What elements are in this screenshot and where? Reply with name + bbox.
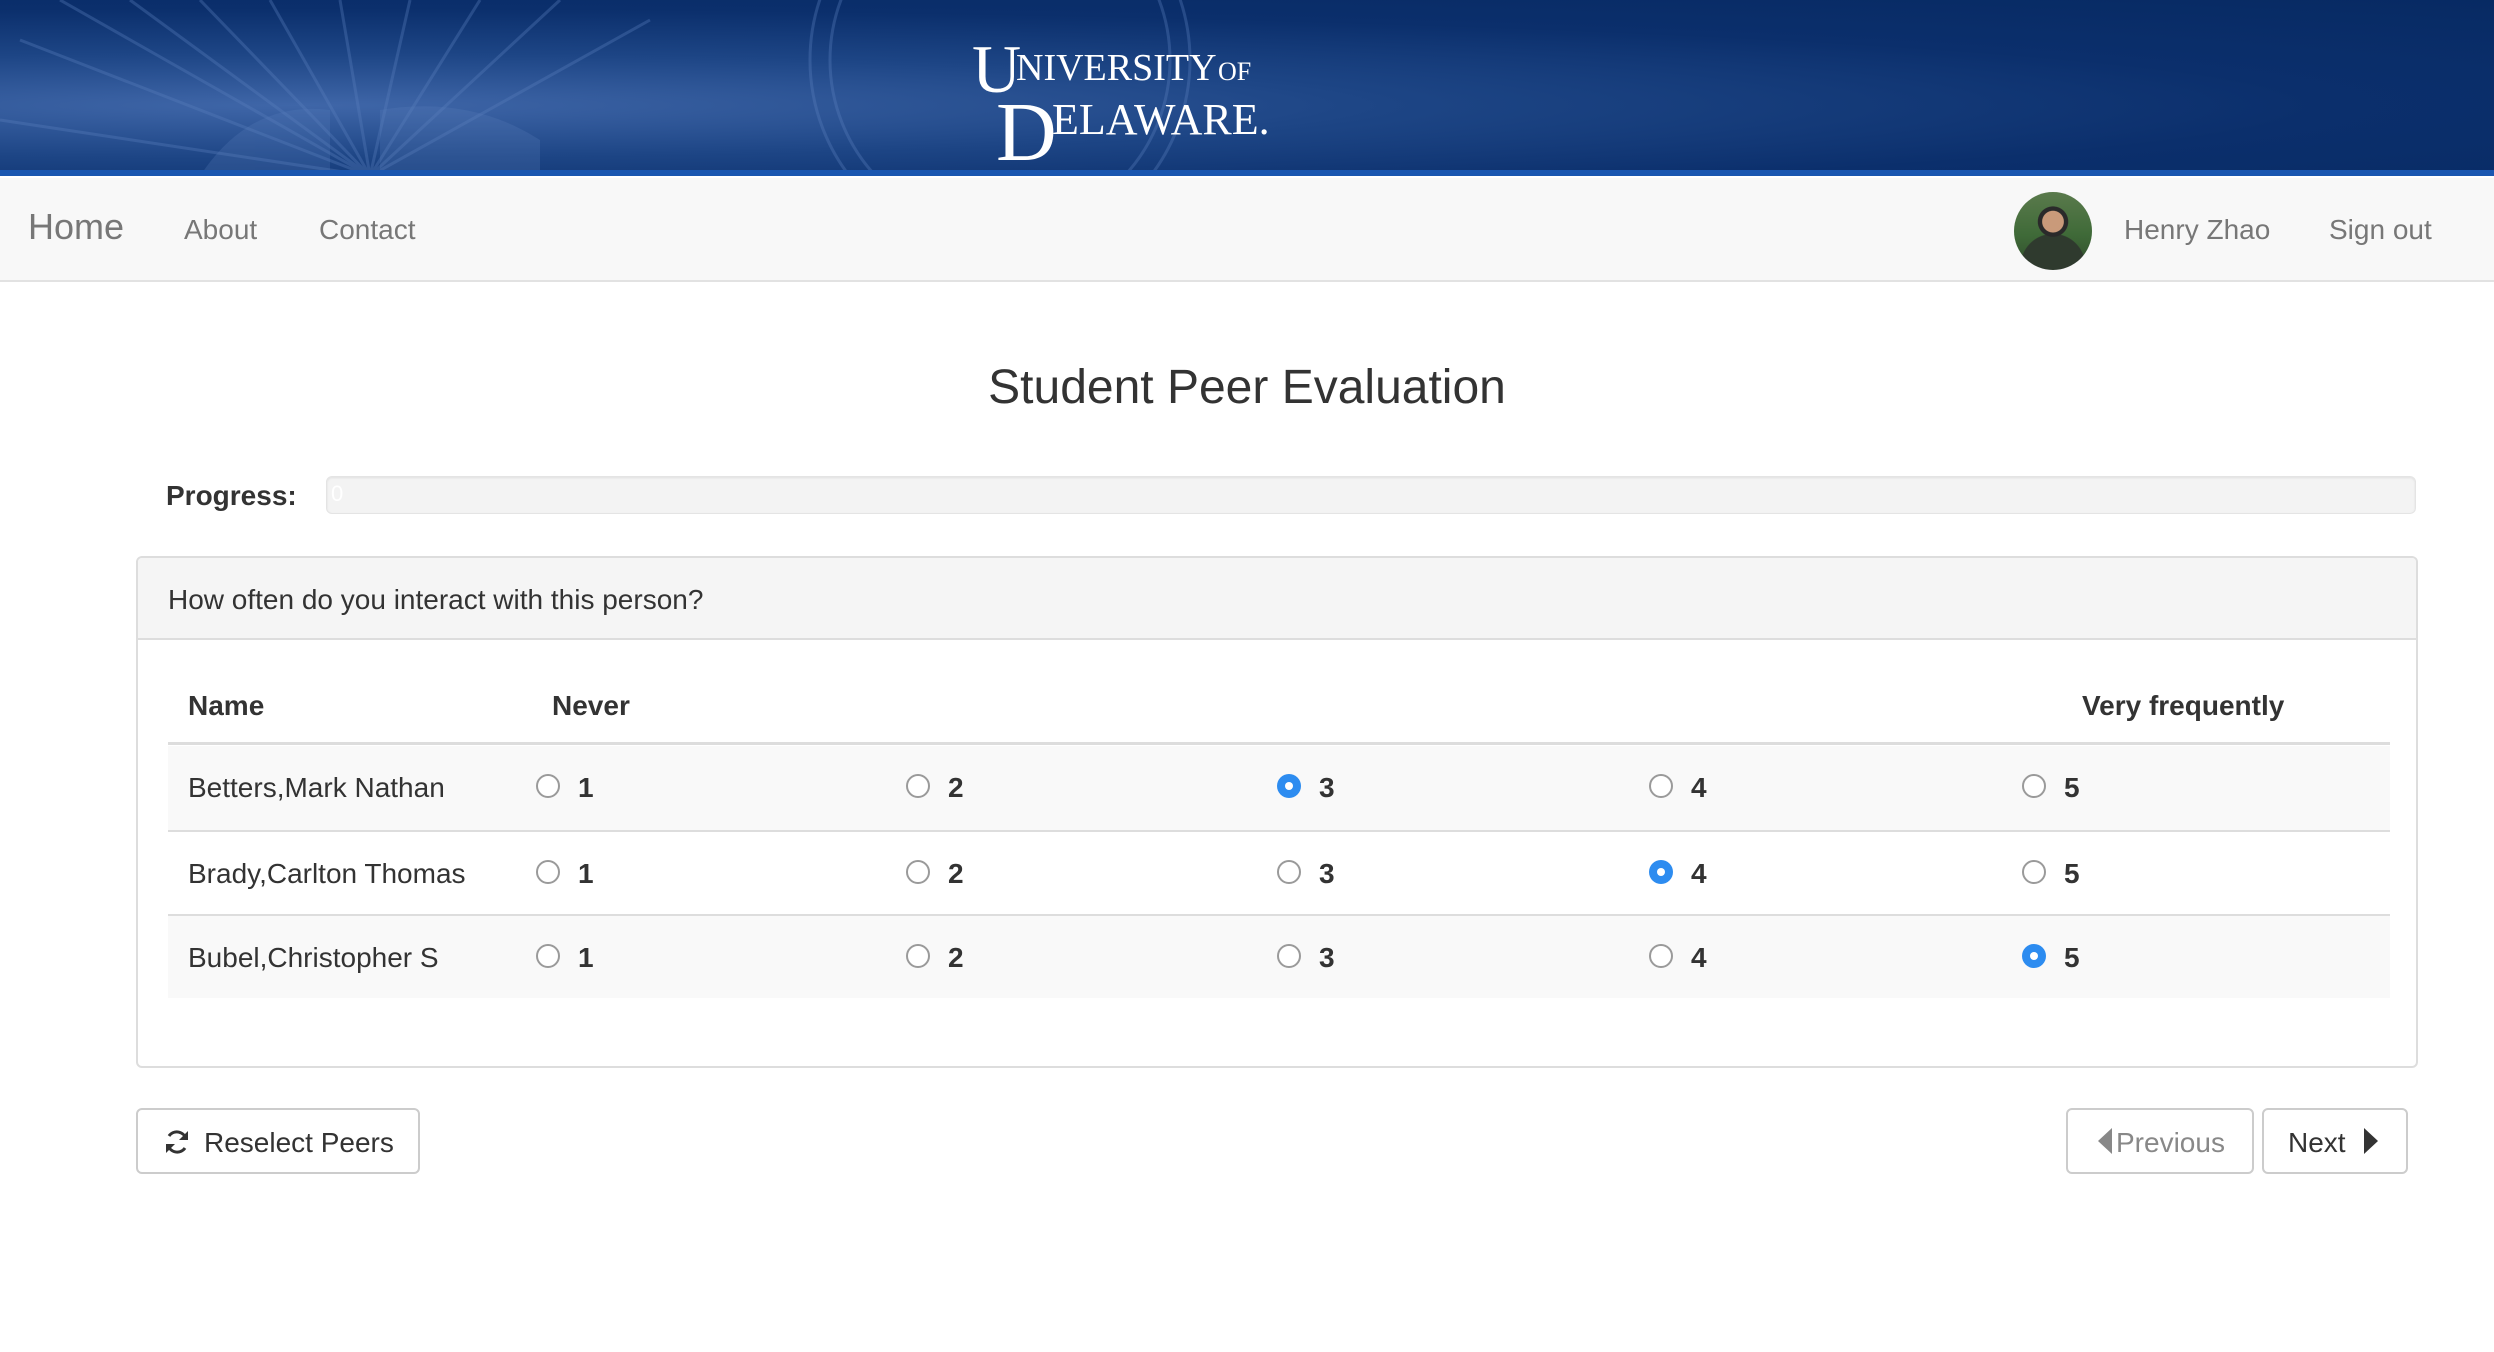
nav-contact-link[interactable]: Contact bbox=[319, 214, 416, 246]
reselect-peers-button[interactable]: Reselect Peers bbox=[136, 1108, 420, 1174]
radio-checked[interactable] bbox=[1277, 774, 1301, 798]
svg-text:NIVERSITY: NIVERSITY bbox=[1016, 47, 1217, 89]
column-header-never: Never bbox=[552, 690, 630, 721]
rating-option-label: 3 bbox=[1319, 772, 1335, 803]
question-panel: How often do you interact with this pers… bbox=[136, 556, 2418, 1068]
progress-bar: 0 bbox=[326, 476, 2416, 514]
sign-out-link[interactable]: Sign out bbox=[2329, 214, 2432, 246]
refresh-icon bbox=[166, 1130, 188, 1154]
table-row: Bubel,Christopher S 1 2 3 4 5 bbox=[168, 914, 2390, 998]
rating-option-label: 2 bbox=[948, 942, 964, 973]
rating-option-label: 1 bbox=[578, 858, 594, 889]
rating-option-label: 3 bbox=[1319, 942, 1335, 973]
navbar: Home About Contact Henry Zhao Sign out bbox=[0, 178, 2494, 282]
next-button[interactable]: Next bbox=[2262, 1108, 2408, 1174]
rating-option-label: 5 bbox=[2064, 942, 2080, 973]
radio-unchecked[interactable] bbox=[906, 944, 930, 968]
previous-label: Previous bbox=[2116, 1127, 2225, 1158]
rating-option-label: 4 bbox=[1691, 942, 1707, 973]
caret-left-icon bbox=[2098, 1128, 2112, 1154]
rating-option-label: 2 bbox=[948, 858, 964, 889]
radio-unchecked[interactable] bbox=[536, 774, 560, 798]
header-banner: U NIVERSITY OF D ELAWARE. bbox=[0, 0, 2494, 176]
radio-unchecked[interactable] bbox=[906, 774, 930, 798]
next-label: Next bbox=[2288, 1127, 2346, 1158]
radio-checked[interactable] bbox=[2022, 944, 2046, 968]
radio-unchecked[interactable] bbox=[536, 860, 560, 884]
rating-option-label: 3 bbox=[1319, 858, 1335, 889]
caret-right-icon bbox=[2364, 1128, 2378, 1154]
rating-option-label: 4 bbox=[1691, 772, 1707, 803]
svg-text:D: D bbox=[996, 86, 1057, 166]
radio-unchecked[interactable] bbox=[906, 860, 930, 884]
progress-label: Progress: bbox=[166, 480, 297, 511]
page-title: Student Peer Evaluation bbox=[988, 361, 1506, 414]
svg-text:OF: OF bbox=[1218, 57, 1251, 86]
nav-user-name[interactable]: Henry Zhao bbox=[2124, 214, 2270, 246]
panel-heading: How often do you interact with this pers… bbox=[138, 558, 2416, 640]
radio-unchecked[interactable] bbox=[536, 944, 560, 968]
column-header-name: Name bbox=[188, 690, 265, 721]
radio-unchecked[interactable] bbox=[1649, 944, 1673, 968]
rating-option-label: 2 bbox=[948, 772, 964, 803]
rating-option-label: 1 bbox=[578, 772, 594, 803]
column-header-very-frequently: Very frequently bbox=[2082, 690, 2285, 721]
peer-name: Bubel,Christopher S bbox=[188, 942, 439, 973]
nav-about-link[interactable]: About bbox=[184, 214, 257, 246]
header-divider bbox=[168, 742, 2390, 745]
radio-unchecked[interactable] bbox=[1649, 774, 1673, 798]
radio-unchecked[interactable] bbox=[2022, 860, 2046, 884]
rating-option-label: 5 bbox=[2064, 858, 2080, 889]
table-row: Betters,Mark Nathan 1 2 3 4 5 bbox=[168, 746, 2390, 830]
radio-unchecked[interactable] bbox=[1277, 860, 1301, 884]
user-avatar[interactable] bbox=[2014, 192, 2092, 270]
radio-unchecked[interactable] bbox=[2022, 774, 2046, 798]
nav-home-link[interactable]: Home bbox=[28, 206, 124, 248]
rating-option-label: 5 bbox=[2064, 772, 2080, 803]
reselect-peers-label: Reselect Peers bbox=[204, 1127, 394, 1158]
radio-unchecked[interactable] bbox=[1277, 944, 1301, 968]
university-logo: U NIVERSITY OF D ELAWARE. bbox=[972, 36, 1270, 166]
question-text: How often do you interact with this pers… bbox=[168, 584, 704, 615]
peer-name: Brady,Carlton Thomas bbox=[188, 858, 466, 889]
rating-option-label: 4 bbox=[1691, 858, 1707, 889]
peer-name: Betters,Mark Nathan bbox=[188, 772, 445, 803]
radio-checked[interactable] bbox=[1649, 860, 1673, 884]
svg-text:ELAWARE.: ELAWARE. bbox=[1052, 95, 1270, 144]
rating-option-label: 1 bbox=[578, 942, 594, 973]
progress-text: 0 bbox=[331, 481, 344, 506]
table-row: Brady,Carlton Thomas 1 2 3 4 5 bbox=[168, 830, 2390, 914]
previous-button[interactable]: Previous bbox=[2066, 1108, 2254, 1174]
